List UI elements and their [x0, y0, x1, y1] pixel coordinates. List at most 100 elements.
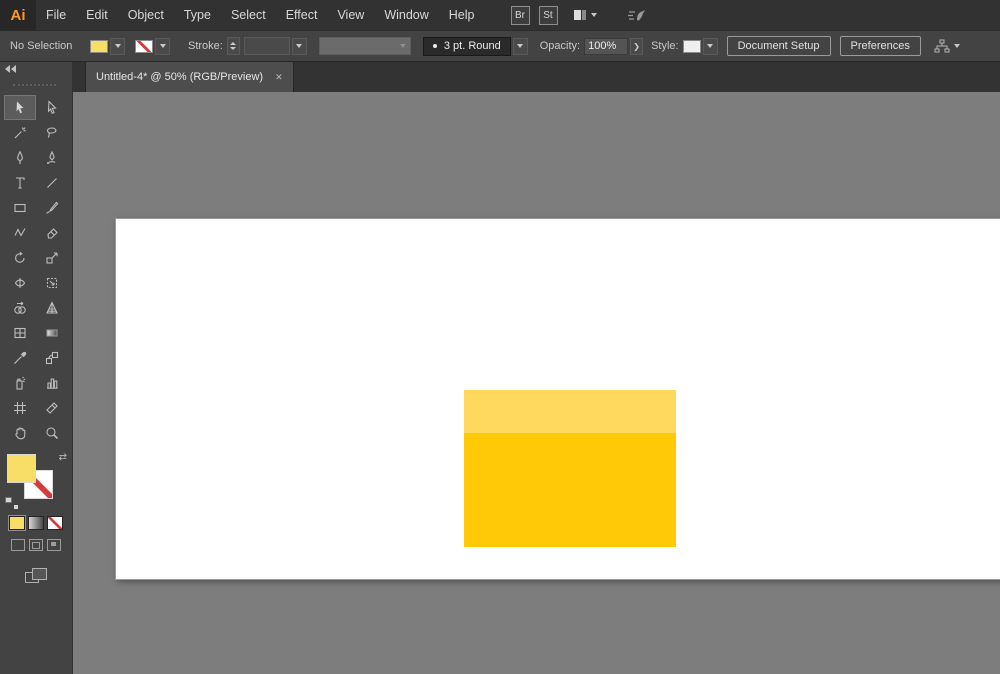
- artboard-rect-top[interactable]: [464, 390, 676, 433]
- collapse-panel-icon[interactable]: [5, 65, 72, 73]
- artboard-rect-bottom[interactable]: [464, 433, 676, 547]
- stroke-weight-chevron[interactable]: [292, 38, 307, 55]
- tool-direct-selection[interactable]: [36, 95, 68, 120]
- app-logo[interactable]: Ai: [0, 0, 36, 30]
- style-swatch[interactable]: [683, 40, 701, 53]
- tool-blend[interactable]: [36, 345, 68, 370]
- stroke-weight-value[interactable]: [244, 37, 290, 55]
- hand-gesture-icon[interactable]: [627, 8, 647, 23]
- menu-help[interactable]: Help: [439, 0, 485, 30]
- menu-effect[interactable]: Effect: [276, 0, 328, 30]
- chevron-down-icon: [591, 13, 597, 17]
- paintbrush-tool-icon: [44, 200, 60, 216]
- stroke-weight-stepper[interactable]: [227, 37, 240, 55]
- default-fill-stroke-icon[interactable]: [5, 497, 18, 509]
- tool-lasso[interactable]: [36, 120, 68, 145]
- tool-curvature[interactable]: [36, 145, 68, 170]
- tool-column-graph[interactable]: [36, 370, 68, 395]
- tool-gradient[interactable]: [36, 320, 68, 345]
- document-setup-button[interactable]: Document Setup: [727, 36, 831, 56]
- document-tab[interactable]: Untitled-4* @ 50% (RGB/Preview) ✕: [85, 62, 294, 92]
- fill-chevron[interactable]: [110, 38, 125, 55]
- tool-shaper[interactable]: [4, 220, 36, 245]
- draw-inside-icon[interactable]: [47, 539, 61, 551]
- tool-pen[interactable]: [4, 145, 36, 170]
- tool-mesh[interactable]: [4, 320, 36, 345]
- style-chevron[interactable]: [703, 38, 718, 55]
- fill-swatch[interactable]: [7, 454, 36, 483]
- workspace-switcher[interactable]: [574, 10, 597, 20]
- tool-symbol-sprayer[interactable]: [4, 370, 36, 395]
- screen-mode-button[interactable]: [25, 568, 48, 584]
- stroke-chevron[interactable]: [155, 38, 170, 55]
- menu-object[interactable]: Object: [118, 0, 174, 30]
- stroke-swatch-small[interactable]: [135, 40, 153, 53]
- chevron-down-icon: [517, 44, 523, 48]
- tool-hand[interactable]: [4, 420, 36, 445]
- tool-scale[interactable]: [36, 245, 68, 270]
- chevron-down-icon: [400, 44, 406, 48]
- opacity-input[interactable]: [584, 38, 628, 55]
- draw-normal-icon[interactable]: [11, 539, 25, 551]
- menu-items: FileEditObjectTypeSelectEffectViewWindow…: [36, 0, 485, 30]
- panel-grip[interactable]: [13, 84, 56, 86]
- tool-paintbrush[interactable]: [36, 195, 68, 220]
- tool-magic-wand[interactable]: [4, 120, 36, 145]
- selection-tool-icon: [12, 100, 28, 116]
- curvature-tool-icon: [44, 150, 60, 166]
- align-control[interactable]: [934, 39, 960, 53]
- canvas[interactable]: [73, 92, 1000, 674]
- stroke-weight-combo[interactable]: [244, 37, 307, 55]
- tools-panel: ⇄: [0, 92, 73, 674]
- tool-rectangle[interactable]: [4, 195, 36, 220]
- tool-type[interactable]: [4, 170, 36, 195]
- zoom-tool-icon: [44, 425, 60, 441]
- fill-stroke-widget: ⇄: [5, 453, 67, 509]
- draw-behind-icon[interactable]: [29, 539, 43, 551]
- menu-bar: Ai FileEditObjectTypeSelectEffectViewWin…: [0, 0, 1000, 30]
- tab-close-icon[interactable]: ✕: [275, 72, 283, 83]
- gradient-button[interactable]: [28, 516, 44, 530]
- menu-type[interactable]: Type: [174, 0, 221, 30]
- hand-gesture-svg: [627, 8, 647, 23]
- artboard[interactable]: [115, 218, 1000, 580]
- menu-select[interactable]: Select: [221, 0, 276, 30]
- stroke-color-control[interactable]: [135, 38, 170, 55]
- tool-eraser[interactable]: [36, 220, 68, 245]
- tool-selection[interactable]: [4, 95, 36, 120]
- style-combo[interactable]: [683, 38, 718, 55]
- artboard-tool-icon: [12, 400, 28, 416]
- tool-artboard[interactable]: [4, 395, 36, 420]
- brush-preset[interactable]: 3 pt. Round: [423, 37, 511, 56]
- menu-view[interactable]: View: [327, 0, 374, 30]
- brush-definition-combo[interactable]: 3 pt. Round: [423, 37, 528, 56]
- opacity-flyout-arrow[interactable]: ❯: [630, 38, 643, 55]
- tool-width[interactable]: [4, 270, 36, 295]
- illustrator-window: Ai FileEditObjectTypeSelectEffectViewWin…: [0, 0, 1000, 674]
- width-tool-icon: [12, 275, 28, 291]
- menu-window[interactable]: Window: [374, 0, 438, 30]
- tool-rotate[interactable]: [4, 245, 36, 270]
- tool-shape-builder[interactable]: [4, 295, 36, 320]
- menu-file[interactable]: File: [36, 0, 76, 30]
- none-button[interactable]: [47, 516, 63, 530]
- mesh-tool-icon: [12, 325, 28, 341]
- tool-eyedropper[interactable]: [4, 345, 36, 370]
- fill-color-control[interactable]: [90, 38, 125, 55]
- color-button[interactable]: [9, 516, 25, 530]
- tool-perspective-grid[interactable]: [36, 295, 68, 320]
- tool-line-segment[interactable]: [36, 170, 68, 195]
- brush-chevron[interactable]: [513, 38, 528, 55]
- pen-tool-icon: [12, 150, 28, 166]
- tool-zoom[interactable]: [36, 420, 68, 445]
- preferences-button[interactable]: Preferences: [840, 36, 921, 56]
- bridge-badge[interactable]: Br: [511, 6, 530, 25]
- stock-badge[interactable]: St: [539, 6, 558, 25]
- color-mode-row: [9, 516, 63, 530]
- chevron-up-icon: [230, 42, 236, 45]
- menu-edit[interactable]: Edit: [76, 0, 118, 30]
- fill-swatch-small[interactable]: [90, 40, 108, 53]
- swap-fill-stroke-icon[interactable]: ⇄: [59, 453, 67, 463]
- tool-free-transform[interactable]: [36, 270, 68, 295]
- tool-slice[interactable]: [36, 395, 68, 420]
